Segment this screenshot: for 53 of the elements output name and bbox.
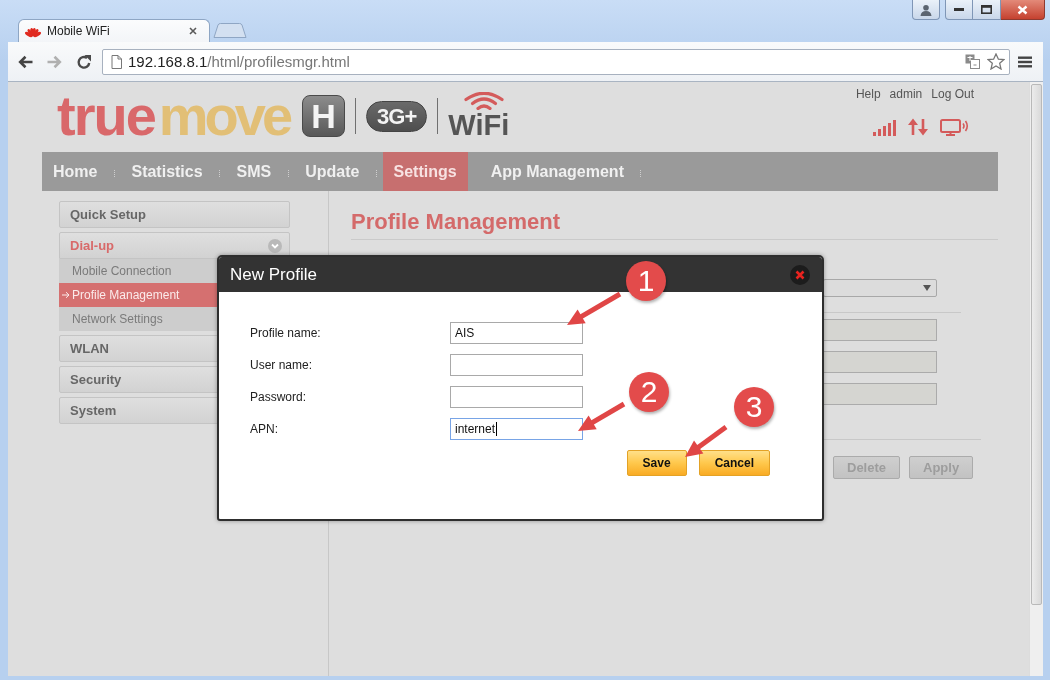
profile-button[interactable] — [912, 0, 940, 20]
page-title: Profile Management — [351, 209, 561, 235]
close-icon — [1017, 4, 1028, 15]
reload-icon[interactable] — [76, 53, 92, 70]
header-link[interactable]: admin — [889, 87, 923, 101]
nav-tab[interactable]: App Management — [479, 152, 635, 191]
text-field[interactable]: internet — [450, 418, 583, 440]
page-icon — [111, 54, 122, 69]
maximize-icon — [981, 5, 992, 14]
header-link[interactable]: Help — [855, 87, 881, 101]
text-field[interactable] — [450, 354, 583, 376]
nav-tab[interactable]: Statistics — [120, 152, 214, 191]
sidebar-menu-item[interactable]: Dial-up — [59, 232, 290, 259]
scrollbar-thumb[interactable] — [1031, 84, 1042, 605]
menu-icon[interactable] — [1018, 55, 1032, 68]
profile-select[interactable] — [823, 279, 937, 297]
h-mark-logo: H — [302, 95, 346, 137]
close-icon[interactable] — [790, 264, 810, 285]
arrow-right-icon — [62, 291, 70, 299]
maximize-button[interactable] — [973, 0, 1001, 20]
callout-arrow — [684, 423, 729, 458]
text-field[interactable]: AIS — [450, 322, 583, 344]
wifi-wordmark: WiFi — [448, 110, 510, 140]
close-window-button[interactable] — [1001, 0, 1045, 20]
callout-arrow — [566, 290, 623, 326]
logo-wordmark: truemove — [57, 92, 290, 140]
nav-tab[interactable]: SMS — [225, 152, 283, 191]
network-type-logo: 3G+ — [366, 100, 428, 132]
nav-tab[interactable]: Settings — [382, 152, 468, 191]
callout-arrow — [577, 400, 627, 432]
star-icon[interactable] — [987, 53, 1005, 70]
nav-tab[interactable]: Update — [294, 152, 371, 191]
back-icon[interactable] — [17, 54, 33, 69]
close-icon[interactable] — [189, 27, 197, 35]
translate-icon[interactable] — [965, 54, 980, 69]
field-label: APN: — [250, 422, 279, 436]
monitor-icon — [940, 119, 969, 136]
signal-bars-icon — [873, 120, 896, 136]
nav-tab[interactable]: Home — [42, 152, 109, 191]
address-bar[interactable]: 192.168.8.1/html/profilesmgr.html — [102, 48, 1010, 75]
save-button[interactable]: Save — [626, 450, 687, 476]
chevron-down-icon — [268, 238, 282, 253]
text-field[interactable] — [450, 386, 583, 408]
up-down-arrows-icon — [908, 118, 928, 136]
person-icon — [920, 3, 932, 16]
caret-down-icon — [923, 285, 931, 291]
browser-tab[interactable]: Mobile WiFi — [18, 19, 210, 42]
minimize-button[interactable] — [945, 0, 973, 20]
wifi-icon — [462, 92, 505, 110]
cancel-button[interactable]: Cancel — [698, 450, 770, 476]
sidebar-menu-item[interactable]: Quick Setup — [59, 201, 290, 228]
minimize-icon — [954, 8, 964, 11]
header-link[interactable]: Log Out — [931, 87, 974, 101]
